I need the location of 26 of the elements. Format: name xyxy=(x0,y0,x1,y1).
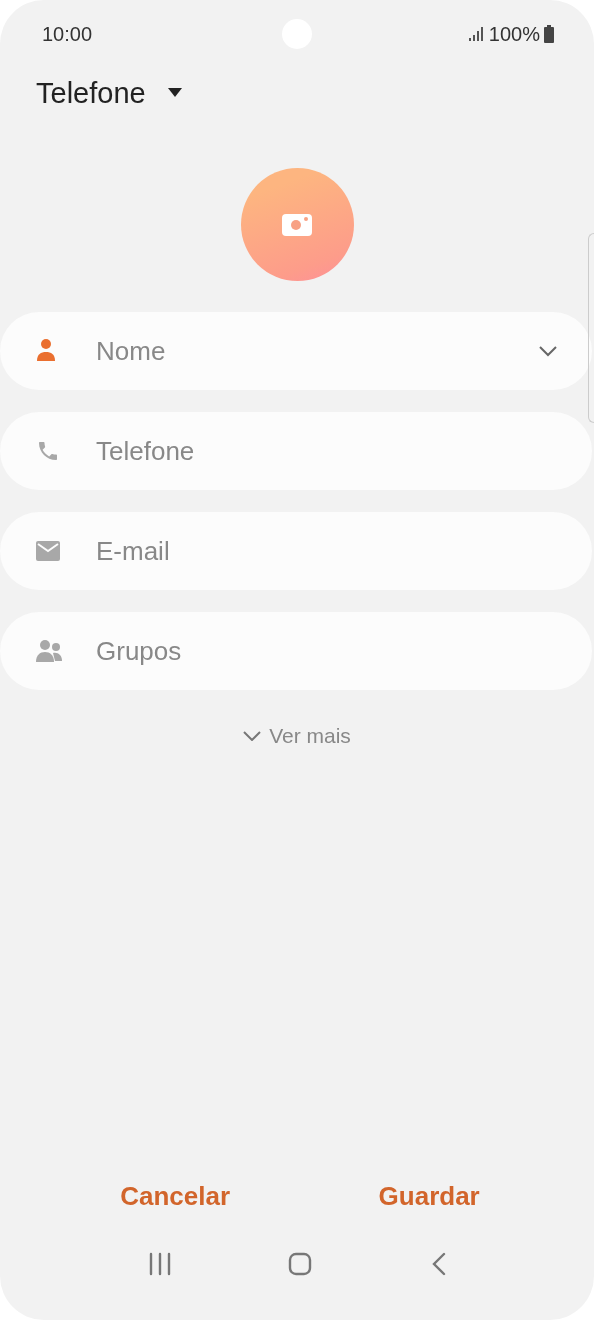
battery-level: 100% xyxy=(488,22,540,46)
text-input[interactable]: Grupos xyxy=(94,634,558,668)
recent-apps-icon[interactable] xyxy=(148,1252,172,1276)
account-dropdown[interactable]: Telefone xyxy=(36,76,182,110)
signal-icon xyxy=(468,26,485,42)
input-field[interactable]: Telefone xyxy=(0,412,592,490)
action-button[interactable]: Cancelar xyxy=(108,1175,243,1218)
input-field[interactable]: Grupos xyxy=(0,612,592,690)
envelope-icon xyxy=(36,541,60,561)
text-input[interactable]: E-mail xyxy=(94,534,558,568)
input-field[interactable]: Nome xyxy=(0,312,592,390)
dropdown-arrow-icon xyxy=(167,88,182,98)
person-icon xyxy=(36,339,56,363)
camera-icon xyxy=(282,213,312,236)
phone-icon xyxy=(36,439,60,463)
battery-icon xyxy=(544,25,554,43)
show-more-link[interactable]: Ver mais xyxy=(243,724,351,748)
home-icon[interactable] xyxy=(288,1252,312,1276)
action-button[interactable]: Guardar xyxy=(366,1175,492,1218)
expand-chevron-icon[interactable] xyxy=(538,345,558,357)
text-input[interactable]: Nome xyxy=(94,334,538,368)
group-icon xyxy=(36,639,62,663)
text-input[interactable]: Telefone xyxy=(94,434,558,468)
input-field[interactable]: E-mail xyxy=(0,512,592,590)
chevron-down-icon xyxy=(243,731,262,741)
status-time: 10:00 xyxy=(42,22,93,46)
